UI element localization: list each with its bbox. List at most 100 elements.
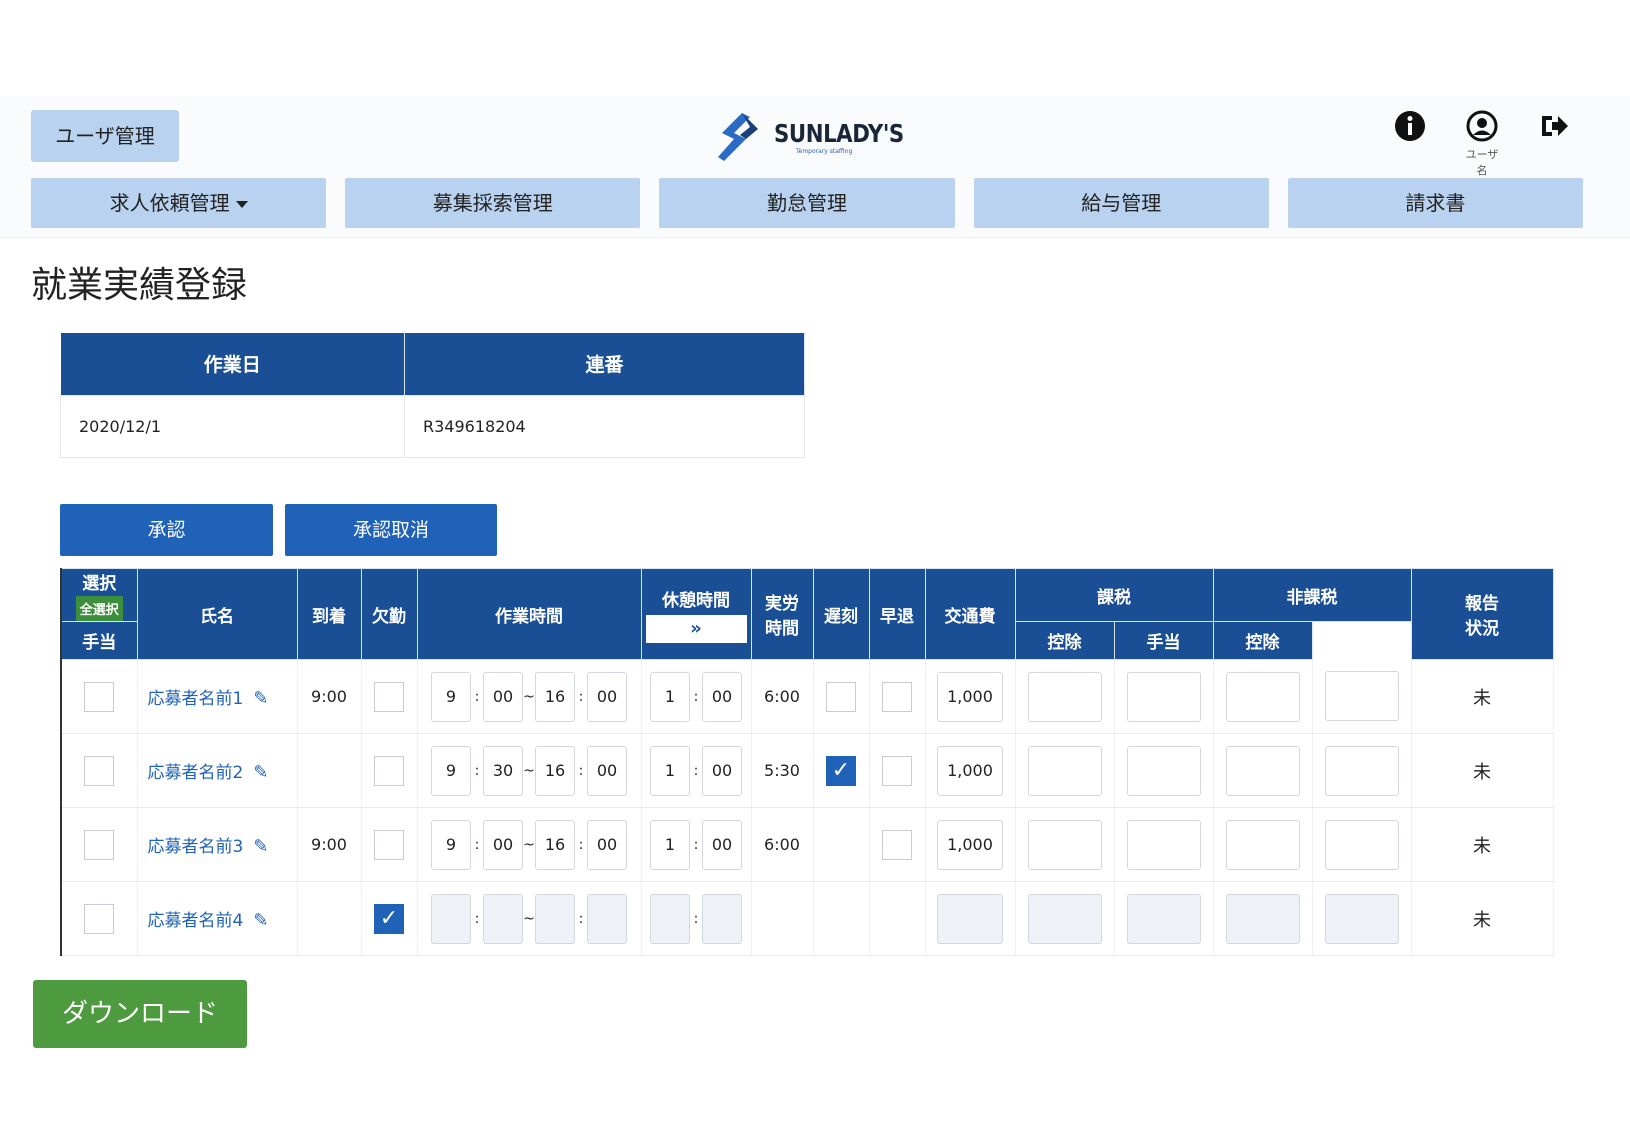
late-checkbox[interactable]: ✓ bbox=[826, 755, 856, 786]
col-early-leave: 早退 bbox=[868, 568, 926, 660]
late-checkbox[interactable] bbox=[826, 681, 856, 712]
row-select-checkbox[interactable] bbox=[84, 903, 115, 934]
early-leave-checkbox[interactable] bbox=[882, 829, 912, 860]
logo: SUNLADY'S Temporary staffing bbox=[712, 108, 927, 166]
arrival-time: 9:00 bbox=[311, 835, 347, 854]
nontaxable-allowance-input[interactable] bbox=[1225, 893, 1300, 944]
start-minute-input[interactable]: 00 bbox=[483, 819, 523, 870]
absent-checkbox[interactable] bbox=[374, 681, 404, 712]
taxable-allowance-input[interactable] bbox=[1027, 745, 1102, 796]
unapprove-button[interactable]: 承認取消 bbox=[285, 504, 497, 556]
break-minute-input[interactable] bbox=[702, 893, 742, 944]
nav-job-requests[interactable]: 求人依頼管理 bbox=[31, 178, 327, 228]
nontaxable-deduction-input[interactable] bbox=[1324, 745, 1399, 796]
time-colon: : bbox=[578, 910, 584, 927]
taxable-allowance-input[interactable] bbox=[1027, 671, 1102, 722]
transport-fee-input[interactable]: 1,000 bbox=[937, 745, 1003, 796]
time-colon: : bbox=[474, 836, 480, 853]
row-select-checkbox[interactable] bbox=[84, 681, 115, 712]
pencil-icon[interactable]: ✎ bbox=[253, 910, 268, 931]
col-name: 氏名 bbox=[136, 568, 298, 660]
user-management-button[interactable]: ユーザ管理 bbox=[31, 110, 179, 162]
download-button[interactable]: ダウンロード bbox=[33, 980, 247, 1048]
nav-recruitment[interactable]: 募集採索管理 bbox=[345, 178, 641, 228]
main-nav: 求人依頼管理 募集採索管理 勤怠管理 給与管理 請求書 bbox=[31, 178, 1584, 228]
pencil-icon[interactable]: ✎ bbox=[253, 836, 268, 857]
logout-icon[interactable] bbox=[1534, 110, 1574, 146]
end-minute-input[interactable]: 00 bbox=[587, 671, 627, 722]
table-row: 応募者名前4 ✎ ✓: ~:: 未 bbox=[61, 881, 1554, 956]
col-nontaxable-allowance: 手当 bbox=[1113, 621, 1214, 660]
break-hour-input[interactable]: 1 bbox=[650, 671, 690, 722]
col-break-label: 休憩時間 bbox=[662, 590, 730, 611]
absent-checkbox[interactable] bbox=[374, 829, 404, 860]
approve-button[interactable]: 承認 bbox=[60, 504, 273, 556]
end-minute-input[interactable]: 00 bbox=[587, 745, 627, 796]
break-minute-input[interactable]: 00 bbox=[702, 671, 742, 722]
nontaxable-deduction-input[interactable] bbox=[1324, 893, 1399, 944]
range-tilde: ~ bbox=[523, 836, 535, 853]
col-report-label-1: 報告 bbox=[1465, 594, 1499, 614]
applicant-name-link[interactable]: 応募者名前3 bbox=[148, 837, 244, 857]
start-hour-input[interactable]: 9 bbox=[431, 671, 471, 722]
info-icon[interactable] bbox=[1390, 110, 1430, 146]
col-taxable-allowance: 手当 bbox=[60, 621, 138, 660]
range-tilde: ~ bbox=[523, 688, 535, 705]
end-hour-input[interactable]: 16 bbox=[535, 671, 575, 722]
nontaxable-allowance-input[interactable] bbox=[1225, 745, 1300, 796]
end-hour-input[interactable]: 16 bbox=[535, 745, 575, 796]
start-minute-input[interactable]: 00 bbox=[483, 671, 523, 722]
actual-hours-value: 6:00 bbox=[764, 835, 800, 854]
nav-invoice[interactable]: 請求書 bbox=[1287, 178, 1584, 228]
actual-hours-value: 5:30 bbox=[764, 761, 800, 780]
transport-fee-input[interactable] bbox=[937, 893, 1003, 944]
start-minute-input[interactable] bbox=[483, 893, 523, 944]
nontaxable-allowance-input[interactable] bbox=[1225, 819, 1300, 870]
caret-down-icon bbox=[235, 201, 248, 208]
row-select-checkbox[interactable] bbox=[84, 829, 115, 860]
break-fill-button[interactable]: » bbox=[645, 614, 747, 643]
end-hour-input[interactable]: 16 bbox=[535, 819, 575, 870]
taxable-allowance-input[interactable] bbox=[1027, 893, 1102, 944]
select-all-button[interactable]: 全選択 bbox=[75, 596, 123, 621]
nontaxable-deduction-input[interactable] bbox=[1324, 671, 1399, 722]
taxable-deduction-input[interactable] bbox=[1126, 745, 1201, 796]
start-hour-input[interactable]: 9 bbox=[431, 819, 471, 870]
taxable-allowance-input[interactable] bbox=[1027, 819, 1102, 870]
user-account-button[interactable]: ユーザ名 bbox=[1462, 110, 1502, 178]
break-minute-input[interactable]: 00 bbox=[702, 819, 742, 870]
nav-attendance[interactable]: 勤怠管理 bbox=[659, 178, 955, 228]
pencil-icon[interactable]: ✎ bbox=[253, 762, 268, 783]
pencil-icon[interactable]: ✎ bbox=[253, 688, 268, 709]
start-minute-input[interactable]: 30 bbox=[483, 745, 523, 796]
absent-checkbox[interactable] bbox=[374, 755, 404, 786]
absent-checkbox[interactable]: ✓ bbox=[374, 903, 404, 934]
nav-payroll[interactable]: 給与管理 bbox=[973, 178, 1269, 228]
break-hour-input[interactable] bbox=[650, 893, 690, 944]
row-select-checkbox[interactable] bbox=[84, 755, 115, 786]
col-absent: 欠勤 bbox=[360, 568, 418, 660]
taxable-deduction-input[interactable] bbox=[1126, 819, 1201, 870]
break-hour-input[interactable]: 1 bbox=[650, 745, 690, 796]
start-hour-input[interactable] bbox=[431, 893, 471, 944]
taxable-deduction-input[interactable] bbox=[1126, 893, 1201, 944]
serial-value: R349618204 bbox=[404, 394, 805, 458]
transport-fee-input[interactable]: 1,000 bbox=[937, 671, 1003, 722]
transport-fee-input[interactable]: 1,000 bbox=[937, 819, 1003, 870]
start-hour-input[interactable]: 9 bbox=[431, 745, 471, 796]
nontaxable-allowance-input[interactable] bbox=[1225, 671, 1300, 722]
end-minute-input[interactable]: 00 bbox=[587, 819, 627, 870]
end-minute-input[interactable] bbox=[587, 893, 627, 944]
table-row: 応募者名前2 ✎ 9:30 ~16:00 1:00 5:30 ✓ 1,000 未 bbox=[61, 733, 1554, 808]
applicant-name-link[interactable]: 応募者名前1 bbox=[148, 689, 244, 709]
nontaxable-deduction-input[interactable] bbox=[1324, 819, 1399, 870]
applicant-name-link[interactable]: 応募者名前2 bbox=[148, 763, 244, 783]
early-leave-checkbox[interactable] bbox=[882, 681, 912, 712]
taxable-deduction-input[interactable] bbox=[1126, 671, 1201, 722]
early-leave-checkbox[interactable] bbox=[882, 755, 912, 786]
end-hour-input[interactable] bbox=[535, 893, 575, 944]
col-nontaxable-deduction: 控除 bbox=[1212, 621, 1313, 660]
break-hour-input[interactable]: 1 bbox=[650, 819, 690, 870]
break-minute-input[interactable]: 00 bbox=[702, 745, 742, 796]
applicant-name-link[interactable]: 応募者名前4 bbox=[148, 911, 244, 931]
